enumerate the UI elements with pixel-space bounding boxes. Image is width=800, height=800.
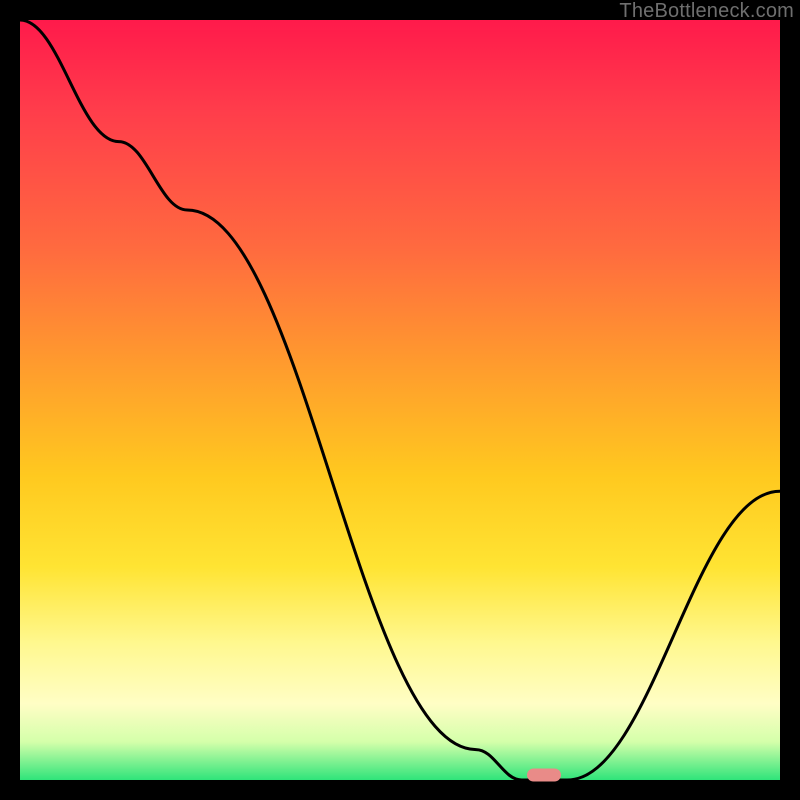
bottleneck-curve xyxy=(20,20,780,780)
chart-frame: TheBottleneck.com xyxy=(0,0,800,800)
optimal-marker xyxy=(527,769,561,782)
plot-area xyxy=(20,20,780,780)
